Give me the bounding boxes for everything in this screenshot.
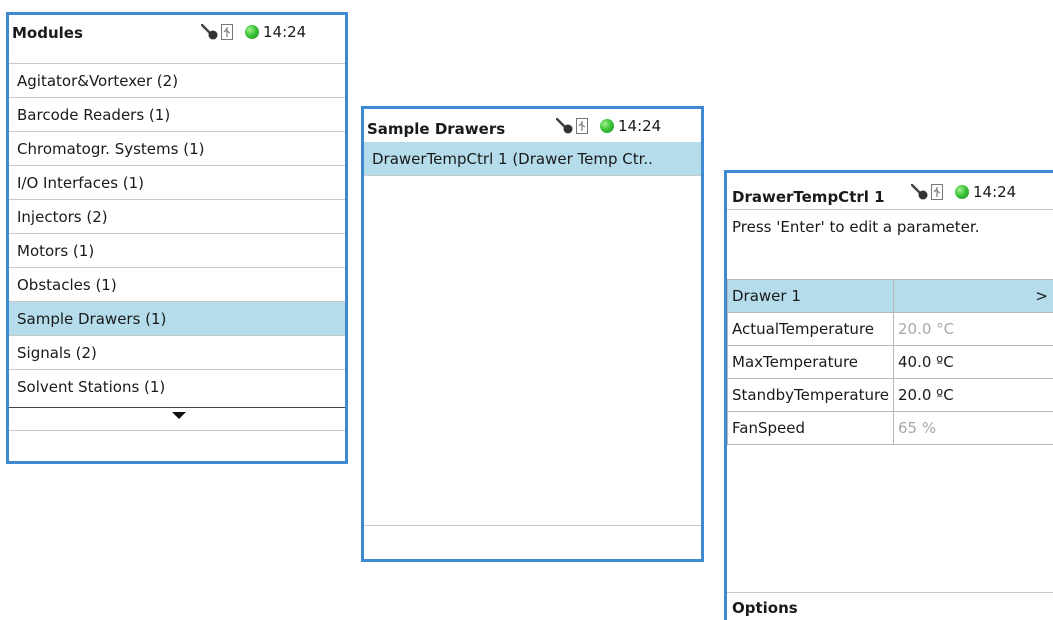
parameter-name[interactable]: MaxTemperature <box>727 345 894 379</box>
usb-icon <box>576 118 588 134</box>
list-item[interactable]: I/O Interfaces (1) <box>9 166 345 200</box>
list-item[interactable]: Signals (2) <box>9 336 345 370</box>
parameter-group-label[interactable]: Drawer 1 <box>727 279 894 313</box>
key-icon <box>555 117 574 134</box>
divider <box>727 209 1053 210</box>
parameter-group-row[interactable]: Drawer 1 > <box>727 279 1053 313</box>
options-softkey[interactable]: Options <box>732 599 798 617</box>
clock: 14:24 <box>973 183 1017 201</box>
table-row[interactable]: MaxTemperature 40.0 ºC <box>727 345 1053 379</box>
drawer-ctrl-panel: DrawerTempCtrl 1 14:24 Press 'Enter' to … <box>724 170 1053 620</box>
list-item[interactable]: Injectors (2) <box>9 200 345 234</box>
status-bar: 14:24 <box>555 117 662 135</box>
list-item[interactable]: Motors (1) <box>9 234 345 268</box>
table-row[interactable]: StandbyTemperature 20.0 ºC <box>727 378 1053 412</box>
sample-drawers-titlebar: Sample Drawers 14:24 <box>364 109 701 143</box>
page-title: DrawerTempCtrl 1 <box>732 188 885 206</box>
key-icon <box>910 183 929 200</box>
list-item[interactable]: Agitator&Vortexer (2) <box>9 64 345 98</box>
list-item-selected[interactable]: Sample Drawers (1) <box>9 302 345 336</box>
status-led-icon <box>955 185 969 199</box>
expand-arrow-icon[interactable]: > <box>893 279 1053 313</box>
sample-drawers-panel: Sample Drawers 14:24 DrawerTempCtrl 1 (D… <box>361 106 704 562</box>
divider <box>727 592 1053 593</box>
status-led-icon <box>245 25 259 39</box>
parameter-name[interactable]: ActualTemperature <box>727 312 894 346</box>
list-item-selected[interactable]: DrawerTempCtrl 1 (Drawer Temp Ctr.. <box>364 142 701 176</box>
modules-list[interactable]: Agitator&Vortexer (2) Barcode Readers (1… <box>9 64 345 404</box>
drawer-ctrl-titlebar: DrawerTempCtrl 1 14:24 <box>727 173 1053 207</box>
table-row[interactable]: FanSpeed 65 % <box>727 411 1053 445</box>
parameter-value[interactable]: 40.0 ºC <box>893 345 1053 379</box>
parameter-value[interactable]: 20.0 °C <box>893 312 1053 346</box>
divider <box>9 430 345 431</box>
modules-titlebar: Modules 14:24 <box>9 15 345 49</box>
list-item[interactable]: Barcode Readers (1) <box>9 98 345 132</box>
table-row[interactable]: ActualTemperature 20.0 °C <box>727 312 1053 346</box>
status-led-icon <box>600 119 614 133</box>
modules-panel: Modules 14:24 Agitator&Vortexer (2) Barc… <box>6 12 348 464</box>
page-title: Sample Drawers <box>367 120 506 138</box>
parameter-value[interactable]: 20.0 ºC <box>893 378 1053 412</box>
parameter-table: Drawer 1 > ActualTemperature 20.0 °C Max… <box>727 279 1053 445</box>
status-bar: 14:24 <box>910 183 1017 201</box>
clock: 14:24 <box>618 117 662 135</box>
clock: 14:24 <box>263 23 307 41</box>
list-item[interactable]: Obstacles (1) <box>9 268 345 302</box>
list-item[interactable]: Solvent Stations (1) <box>9 370 345 404</box>
usb-icon <box>931 184 943 200</box>
divider <box>9 407 345 408</box>
page-title: Modules <box>12 24 83 42</box>
key-icon <box>200 23 219 40</box>
divider <box>364 525 701 526</box>
edit-hint: Press 'Enter' to edit a parameter. <box>732 218 980 236</box>
parameter-name[interactable]: StandbyTemperature <box>727 378 894 412</box>
scroll-down-arrow-icon[interactable] <box>172 412 186 419</box>
parameter-value[interactable]: 65 % <box>893 411 1053 445</box>
parameter-name[interactable]: FanSpeed <box>727 411 894 445</box>
list-item[interactable]: Chromatogr. Systems (1) <box>9 132 345 166</box>
sample-drawers-list[interactable]: DrawerTempCtrl 1 (Drawer Temp Ctr.. <box>364 142 701 176</box>
status-bar: 14:24 <box>200 23 307 41</box>
usb-icon <box>221 24 233 40</box>
